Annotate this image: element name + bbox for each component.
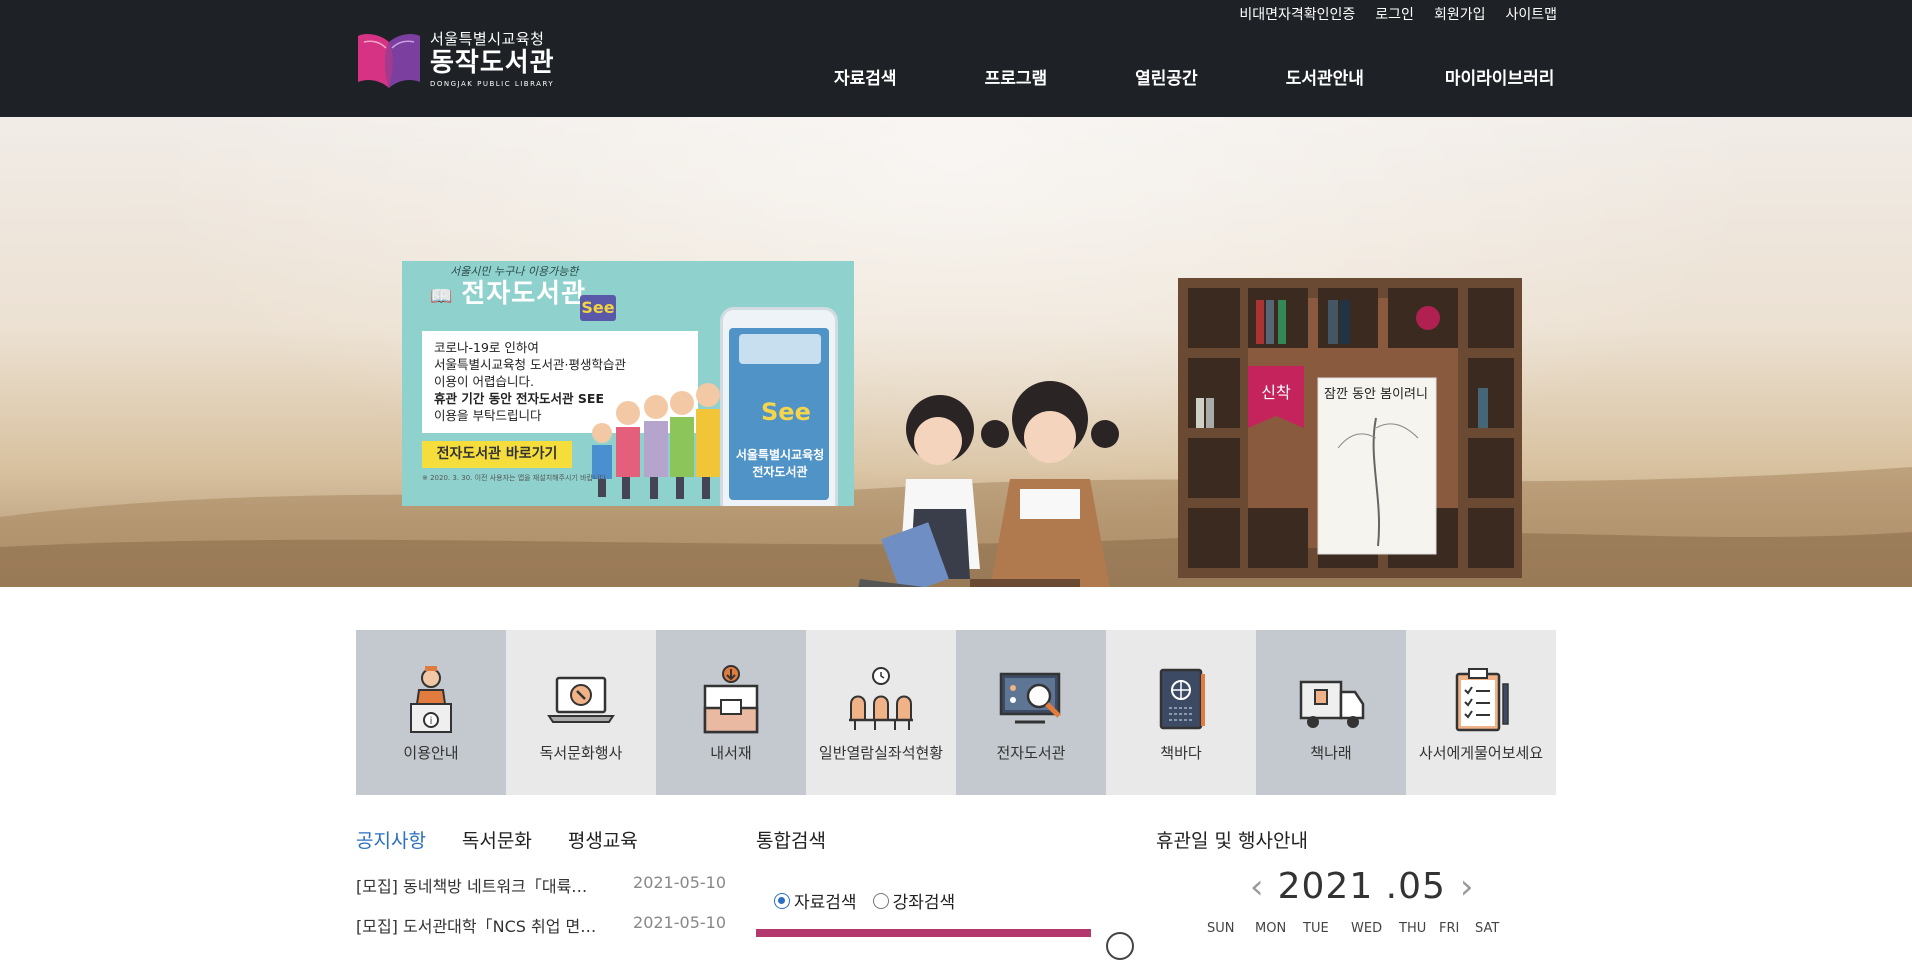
quick-menu-chaekbada[interactable]: 책바다: [1106, 630, 1256, 795]
banner-title: 📖 전자도서관: [430, 279, 587, 309]
ebook-banner[interactable]: 서울시민 누구나 이용가능한 📖 전자도서관 See 코로나-19로 인하여 서울…: [402, 261, 854, 506]
nav-item-my-library[interactable]: 마이라이브러리: [1445, 64, 1554, 89]
notice-title: [모집] 동네책방 네트워크「대륙…: [356, 877, 588, 896]
svg-text:i: i: [430, 716, 433, 727]
quick-menu-label: 책나래: [1310, 744, 1352, 762]
radio-label: 자료검색: [794, 893, 857, 913]
main-navigation: 자료검색 프로그램 열린공간 도서관안내 마이라이브러리: [834, 64, 1554, 89]
tab-notice[interactable]: 공지사항: [356, 826, 426, 853]
weekday-label: SAT: [1475, 921, 1500, 936]
family-illustration: [592, 383, 722, 499]
banner-see-tag: See: [580, 295, 616, 321]
ebook-shortcut-button[interactable]: 전자도서관 바로가기: [422, 441, 572, 468]
nav-item-search[interactable]: 자료검색: [834, 64, 897, 89]
calendar-header: ‹ 2021 .05 ›: [1250, 866, 1474, 907]
quick-menu: i 이용안내 독서문화행사 내서재 일반열람실좌석현황 전자도서관 책바다 책나…: [356, 630, 1556, 795]
chevron-left-icon[interactable]: ‹: [1250, 870, 1264, 904]
quick-menu-my-shelf[interactable]: 내서재: [656, 630, 806, 795]
calendar-title: 휴관일 및 행사안내: [1156, 830, 1308, 852]
quick-menu-guide[interactable]: i 이용안내: [356, 630, 506, 795]
weekday-label: MON: [1255, 921, 1287, 936]
util-link-login[interactable]: 로그인: [1375, 4, 1414, 24]
weekday-label: THU: [1399, 921, 1427, 936]
radio-lecture-search[interactable]: [872, 892, 889, 909]
weekday-label: TUE: [1303, 921, 1329, 936]
reading-children-illustration: [858, 381, 1119, 587]
new-arrival-badge: 신착: [1261, 383, 1291, 402]
open-book-logo-icon: [358, 34, 420, 88]
quick-menu-label: 책바다: [1160, 744, 1202, 762]
util-link-sitemap[interactable]: 사이트맵: [1505, 4, 1557, 24]
util-link-signup[interactable]: 회원가입: [1434, 4, 1486, 24]
notice-title: [모집] 도서관대학「NCS 취업 면…: [356, 917, 597, 936]
weekday-label: SUN: [1207, 921, 1235, 936]
quick-menu-label: 이용안내: [403, 744, 459, 762]
tab-lifelong-education[interactable]: 평생교육: [568, 826, 638, 853]
site-logo[interactable]: 서울특별시교육청 동작도서관 DONGJAK PUBLIC LIBRARY: [356, 30, 555, 90]
nav-item-program[interactable]: 프로그램: [985, 64, 1048, 89]
notice-date: 2021-05-10: [633, 873, 726, 892]
quick-menu-e-library[interactable]: 전자도서관: [956, 630, 1106, 795]
banner-note: ※ 2020. 3. 30. 이전 사용자는 앱을 재설치해주시기 바랍니다: [422, 474, 606, 482]
hero-visual: 신착 잠깐 동안 봄이려니 서울시민 누구나 이용가능한 📖 전자도서관 See …: [0, 117, 1912, 587]
weekday-label: FRI: [1439, 921, 1460, 936]
search-icon[interactable]: [1106, 932, 1134, 960]
quick-menu-label: 사서에게물어보세요: [1418, 744, 1544, 762]
delivery-truck-icon: [1299, 680, 1365, 728]
tab-reading-culture[interactable]: 독서문화: [462, 826, 532, 853]
chevron-right-icon[interactable]: ›: [1460, 870, 1474, 904]
e-library-screen-icon: [999, 672, 1061, 724]
bookshelf-download-icon: [703, 665, 759, 734]
nav-item-open-space[interactable]: 열린공간: [1135, 64, 1198, 89]
hero-bookshelf: 신착 잠깐 동안 봄이려니: [1178, 278, 1522, 578]
laptop-event-icon: [547, 676, 615, 723]
quick-menu-seat-status[interactable]: 일반열람실좌석현황: [806, 630, 956, 795]
calendar-weekdays: SUN MON TUE WED THU FRI SAT: [1207, 921, 1511, 936]
notice-row[interactable]: [모집] 동네책방 네트워크「대륙… 2021-05-10: [356, 873, 726, 897]
search-type-options: 자료검색 강좌검색: [774, 888, 955, 913]
site-header: 비대면자격확인인증 로그인 회원가입 사이트맵 서울특별시교육청 동작도서관 D…: [0, 0, 1912, 117]
quick-menu-ask-librarian[interactable]: 사서에게물어보세요: [1406, 630, 1556, 795]
quick-menu-label: 내서재: [710, 744, 752, 762]
nav-item-library-info[interactable]: 도서관안내: [1286, 64, 1364, 89]
util-link-identity-verification[interactable]: 비대면자격확인인증: [1239, 4, 1355, 24]
weekday-label: WED: [1351, 921, 1383, 936]
quick-menu-label: 전자도서관: [996, 744, 1066, 762]
radio-label: 강좌검색: [892, 893, 956, 913]
hero-book-title: 잠깐 동안 봄이려니: [1324, 387, 1428, 402]
quick-menu-chaeknarae[interactable]: 책나래: [1256, 630, 1406, 795]
quick-menu-label: 독서문화행사: [539, 744, 623, 762]
globe-book-icon: [1159, 668, 1205, 730]
radio-material-search[interactable]: [774, 892, 790, 909]
notice-tabs: 공지사항 독서문화 평생교육: [356, 826, 638, 853]
reading-room-seats-icon: [849, 667, 913, 730]
notice-row[interactable]: [모집] 도서관대학「NCS 취업 면… 2021-05-10: [356, 913, 726, 937]
logo-english: DONGJAK PUBLIC LIBRARY: [430, 80, 555, 88]
quick-menu-reading-events[interactable]: 독서문화행사: [506, 630, 656, 795]
quick-menu-label: 일반열람실좌석현황: [818, 744, 944, 762]
clipboard-checklist-icon: [1455, 668, 1509, 732]
search-input[interactable]: [756, 929, 1091, 937]
librarian-desk-icon: i: [410, 666, 452, 733]
integrated-search-title: 통합검색: [756, 830, 826, 852]
logo-subtitle: 서울특별시교육청: [430, 30, 545, 48]
logo-title: 동작도서관: [430, 48, 555, 78]
notice-date: 2021-05-10: [633, 913, 726, 932]
book-icon: 📖: [430, 286, 454, 307]
utility-links: 비대면자격확인인증 로그인 회원가입 사이트맵: [1239, 4, 1557, 24]
calendar-year-month: 2021 .05: [1277, 866, 1446, 907]
